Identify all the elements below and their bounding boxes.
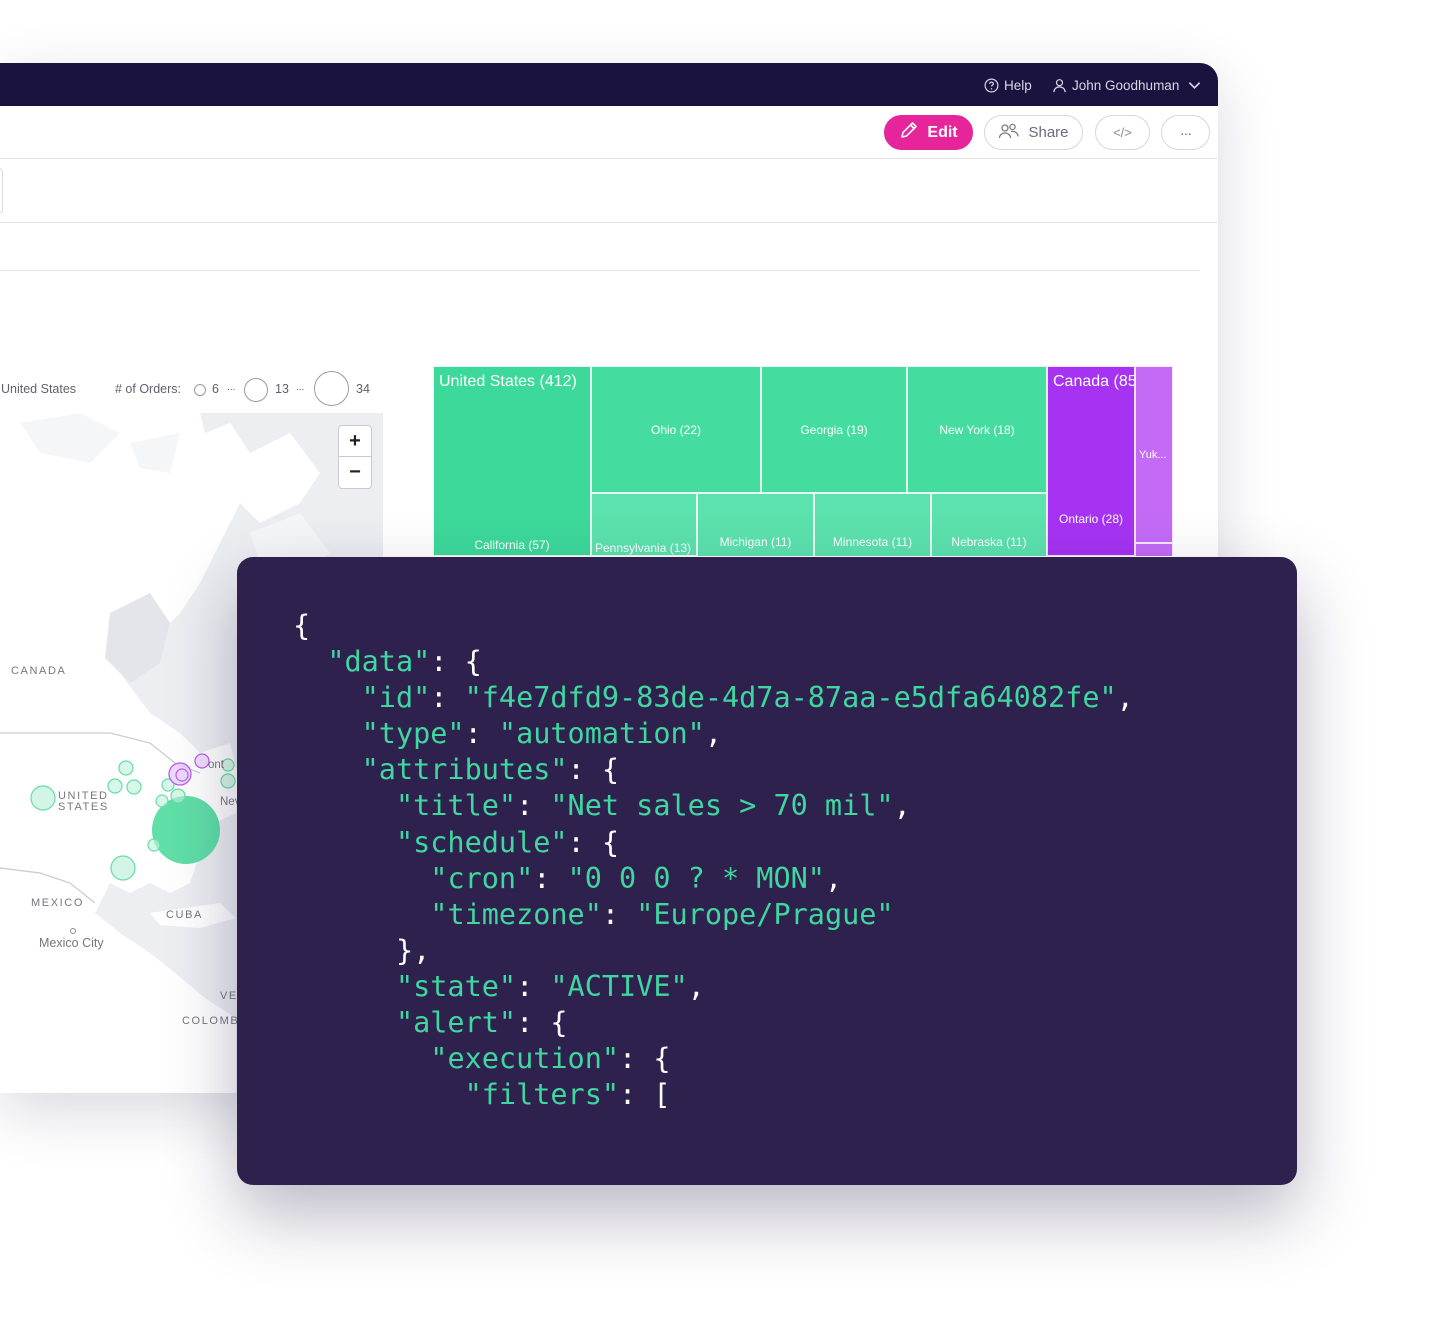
legend-value-small: 6 (212, 382, 219, 396)
legend-title: # of Orders: (115, 382, 181, 396)
code-line: "id": "f4e7dfd9-83de-4d7a-87aa-e5dfa6408… (361, 681, 1134, 715)
map-label-cuba: CUBA (166, 909, 203, 921)
map-label-venezuela: VE (220, 990, 238, 1002)
treemap-cell-yukon[interactable]: Yuk... (1135, 366, 1173, 543)
api-json-code-card: { "data": { "id": "f4e7dfd9-83de-4d7a-87… (237, 557, 1297, 1185)
treemap-cell-minnesota[interactable]: Minnesota (11) (814, 493, 931, 556)
order-bubble (170, 788, 186, 804)
map-legend: United States # of Orders: 6 ... 13 ... … (0, 369, 390, 411)
code-line: "alert": { (395, 1006, 568, 1040)
user-menu[interactable]: John Goodhuman (1052, 75, 1201, 95)
treemap-cell-other[interactable] (1135, 543, 1173, 556)
legend-ellipsis: ... (227, 382, 236, 393)
code-icon: </> (1113, 125, 1132, 140)
map-city-toronto: ont (208, 759, 224, 771)
code-line: { (293, 609, 311, 642)
order-bubble (220, 773, 236, 789)
share-button[interactable]: Share (984, 115, 1083, 150)
map-label-colombia: COLOMB (182, 1015, 240, 1027)
order-bubble (155, 794, 169, 808)
code-line: "filters": [ (464, 1078, 671, 1112)
legend-circle-small (194, 384, 206, 396)
legend-value-medium: 13 (275, 382, 289, 396)
zoom-in-button[interactable]: + (338, 425, 372, 457)
code-line: "data": { (327, 645, 482, 679)
code-line: "title": "Net sales > 70 mil", (395, 789, 911, 823)
code-line: "state": "ACTIVE", (395, 969, 705, 1003)
embed-code-button[interactable]: </> (1095, 115, 1150, 150)
legend-circle-medium (244, 378, 268, 402)
filter-chip[interactable] (0, 168, 3, 214)
map-label-canada: CANADA (11, 665, 67, 677)
dashboard-toolbar: Edit Share </> ··· (0, 106, 1218, 159)
legend-circle-large (314, 371, 349, 406)
help-icon (984, 78, 999, 93)
map-label-mexico: MEXICO (31, 897, 84, 909)
help-link[interactable]: Help (984, 75, 1032, 95)
share-label: Share (1028, 124, 1069, 141)
code-line: "attributes": { (361, 753, 620, 787)
treemap-cell-new-york[interactable]: New York (18) (907, 366, 1047, 493)
order-bubble (110, 855, 136, 881)
map-city-mexico-city: Mexico City (39, 936, 104, 950)
order-bubble (147, 838, 161, 852)
legend-ellipsis: ... (296, 382, 305, 393)
code-line: "cron": "0 0 0 ? * MON", (430, 861, 843, 895)
chevron-down-icon (1188, 80, 1201, 90)
more-options-button[interactable]: ··· (1161, 115, 1210, 150)
order-bubble (126, 779, 142, 795)
treemap-cell-michigan[interactable]: Michigan (11) (697, 493, 814, 556)
treemap-cell-nebraska[interactable]: Nebraska (11) (931, 493, 1047, 556)
zoom-out-button[interactable]: − (338, 457, 372, 489)
order-bubble (30, 785, 56, 811)
country-filter-label: United States (1, 382, 77, 396)
filter-bar (0, 160, 1218, 223)
code-line: "execution": { (430, 1042, 671, 1076)
json-code-block: { "data": { "id": "f4e7dfd9-83de-4d7a-87… (293, 608, 1134, 1113)
help-label: Help (1004, 77, 1032, 93)
order-bubble (118, 760, 134, 776)
order-bubble (107, 778, 123, 794)
edit-button[interactable]: Edit (884, 115, 973, 150)
users-icon (998, 123, 1020, 143)
user-name: John Goodhuman (1072, 77, 1180, 93)
treemap-chart[interactable]: United States (412) California (57) Ohio… (433, 366, 1173, 556)
user-icon (1052, 78, 1067, 93)
map-label-united-states: UNITED STATES (58, 790, 109, 813)
code-line: "timezone": "Europe/Prague" (430, 897, 894, 931)
treemap-cell-ohio[interactable]: Ohio (22) (591, 366, 761, 493)
code-line: "schedule": { (395, 825, 620, 859)
order-bubble-canada (194, 753, 210, 769)
pencil-icon (899, 120, 919, 145)
code-line: }, (293, 933, 431, 967)
treemap-cell-georgia[interactable]: Georgia (19) (761, 366, 907, 493)
treemap-cell-california[interactable]: California (57) (433, 516, 591, 556)
section-divider (0, 270, 1200, 271)
legend-value-large: 34 (356, 382, 370, 396)
top-navigation-bar: Help John Goodhuman (0, 63, 1218, 106)
code-line: "type": "automation", (361, 717, 722, 751)
edit-label: Edit (927, 123, 958, 141)
treemap-cell-ontario[interactable]: Ontario (28) (1047, 501, 1135, 536)
more-icon: ··· (1180, 124, 1192, 141)
treemap-cell-pennsylvania[interactable]: Pennsylvania (13) (591, 493, 697, 556)
